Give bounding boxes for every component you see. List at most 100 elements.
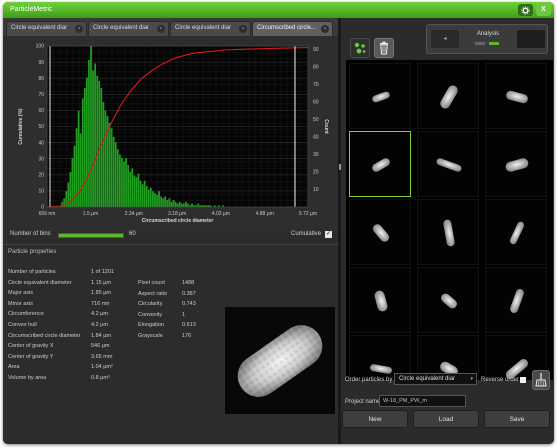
histogram-bar[interactable] [104,110,107,207]
tab-4-active[interactable]: Circumscribed circle... × [252,21,333,36]
histogram-bar[interactable] [156,194,158,207]
histogram-bar[interactable] [108,123,111,207]
tab-close-button[interactable]: × [75,25,83,33]
histogram-bar[interactable] [133,175,136,208]
x-tick-label: 3.18 µm [168,211,186,217]
histogram-bar[interactable] [176,203,179,208]
particle-thumbnail[interactable] [349,199,411,265]
histogram-bar[interactable] [96,75,99,207]
histogram-bar[interactable] [123,161,125,208]
histogram-bar[interactable] [180,203,183,208]
histogram-bar[interactable] [145,186,148,207]
y2-axis-title: Count [323,119,329,134]
save-button[interactable]: Save [484,410,550,428]
histogram-bar[interactable] [184,201,187,207]
histogram-bar[interactable] [88,60,90,207]
histogram-bar[interactable] [125,158,127,207]
particle-thumbnail[interactable] [349,267,411,333]
bins-slider[interactable] [58,233,124,238]
histogram-bar[interactable] [86,77,88,208]
settings-button[interactable] [518,4,533,16]
histogram-bar[interactable] [94,63,97,208]
particle-thumbnail[interactable] [485,63,547,129]
particle-preview-image [225,307,335,414]
histogram-bar[interactable] [135,177,138,207]
particle-thumbnail[interactable] [349,131,411,197]
clear-button[interactable] [532,370,550,390]
load-button[interactable]: Load [413,410,479,428]
tab-close-button[interactable]: × [157,25,165,33]
histogram-bar[interactable] [79,133,82,208]
new-button[interactable]: New [342,410,408,428]
histogram-bar[interactable] [187,203,189,208]
project-name-input[interactable]: W-18_PM_PW_m [379,395,466,407]
particle-thumbnail[interactable] [417,267,479,333]
particles-view-button[interactable] [350,38,370,58]
cumulative-checkbox[interactable]: ✓ [325,231,332,238]
particle-thumbnail[interactable] [485,131,547,197]
x-tick-label: 656 nm [39,211,56,217]
histogram-bar[interactable] [182,203,185,208]
tab-close-button[interactable]: × [321,25,329,33]
y-tick-label: 60 [38,108,44,114]
histogram-bar[interactable] [116,149,119,207]
histogram-bar[interactable] [61,201,64,207]
analysis-prev-button[interactable]: ◂ [431,30,459,48]
histogram-bar[interactable] [102,102,105,207]
histogram-bar[interactable] [147,189,150,208]
histogram-bar[interactable] [90,46,92,207]
particle-thumbnail[interactable] [349,63,411,129]
histogram-bar[interactable] [110,128,113,207]
reverse-order-checkbox[interactable] [520,377,526,383]
histogram-bar[interactable] [63,198,66,207]
histogram-chart[interactable]: 0 10 20 30 40 50 60 70 80 90 100 10 20 30 40 50 60 70 80 90… [3,36,338,228]
histogram-bar[interactable] [168,198,171,207]
histogram-bar[interactable] [160,196,162,208]
histogram-bar[interactable] [197,203,200,208]
histogram-bar[interactable] [129,172,132,207]
order-by-select[interactable]: Circle equivalent diar ▾ [394,373,477,385]
tab-1[interactable]: Circle equivalent diar × [6,21,87,36]
histogram-bar[interactable] [83,88,86,207]
histogram-bar[interactable] [178,201,181,207]
histogram-bar[interactable] [172,200,175,207]
y-tick-label: 20 [38,173,44,179]
particle-thumbnail[interactable] [485,267,547,333]
delete-particle-button[interactable] [374,38,394,58]
histogram-bar[interactable] [65,191,68,207]
property-value: 4.2 µm [91,322,108,328]
histogram-bar[interactable] [121,158,123,207]
histogram-bar[interactable] [139,180,142,207]
histogram-bar[interactable] [98,81,101,207]
histogram-bar[interactable] [81,98,84,208]
histogram-bar[interactable] [149,187,152,207]
app-window: ParticleMetric X Circle equivalent diar … [3,2,554,444]
close-button[interactable]: X [536,4,551,16]
histogram-bar[interactable] [166,200,169,207]
histogram-bar[interactable] [170,201,173,207]
histogram-bar[interactable] [92,70,94,208]
tab-2[interactable]: Circle equivalent diar × [88,21,169,36]
histogram-bar[interactable] [114,142,117,207]
particle-thumbnail[interactable] [417,131,479,197]
histogram-bar[interactable] [137,173,140,207]
particle-thumbnail[interactable] [417,199,479,265]
histogram-bar[interactable] [191,203,193,208]
histogram-bar[interactable] [143,180,146,207]
histogram-bar[interactable] [158,191,160,207]
histogram-bar[interactable] [127,165,130,207]
histogram-bar[interactable] [151,191,154,207]
tab-3[interactable]: Circle equivalent diar × [170,21,251,36]
histogram-bar[interactable] [118,154,121,208]
particle-thumbnail[interactable] [417,63,479,129]
tab-close-button[interactable]: × [239,25,247,33]
histogram-bar[interactable] [141,184,144,207]
histogram-bar[interactable] [131,168,134,208]
histogram-bar[interactable] [154,193,156,207]
analysis-next-button[interactable] [517,30,545,48]
histogram-bar[interactable] [112,137,115,207]
particle-thumbnail[interactable] [485,199,547,265]
histogram-bar[interactable] [164,196,167,208]
histogram-bar[interactable] [162,198,165,207]
histogram-bar[interactable] [174,201,177,207]
